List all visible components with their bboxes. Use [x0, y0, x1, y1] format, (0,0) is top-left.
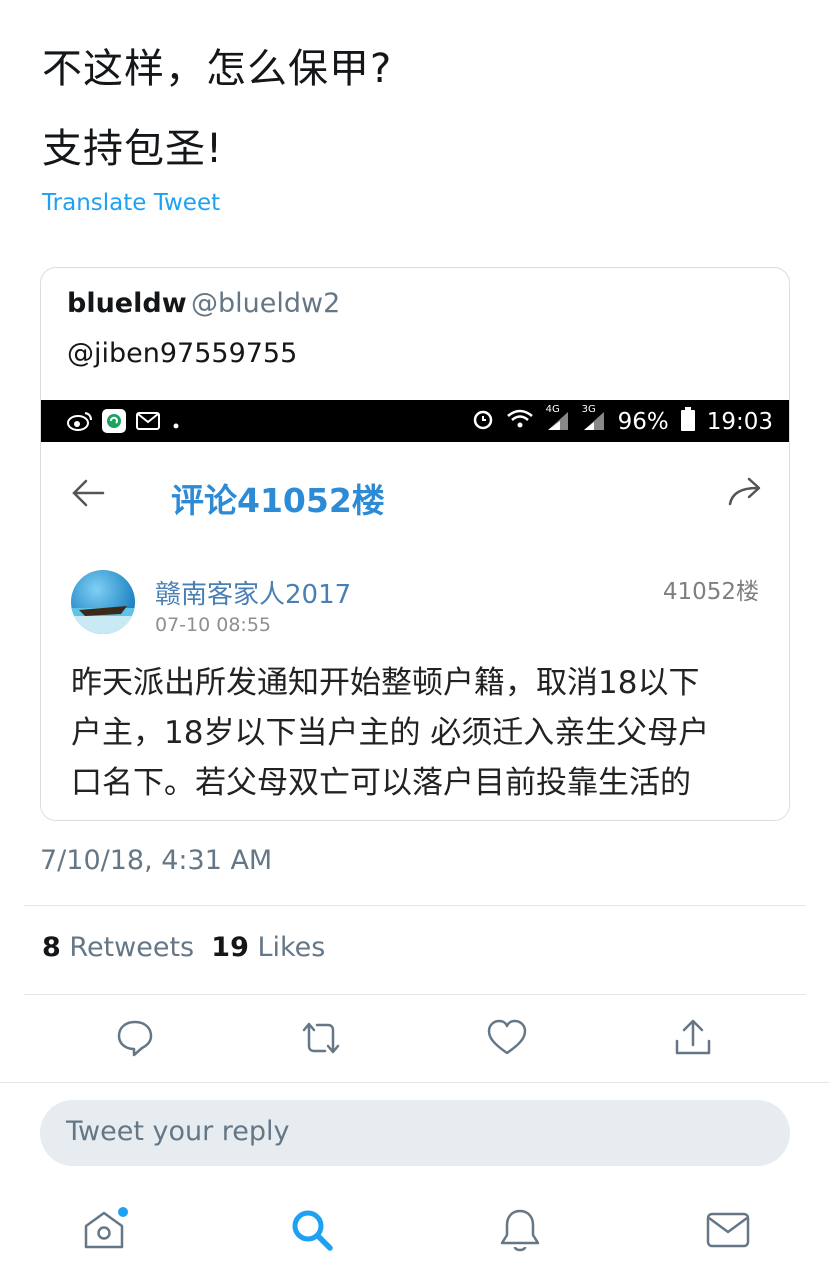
signal-3g-icon: 3G: [582, 404, 606, 435]
divider: [24, 994, 806, 995]
reply-placeholder: Tweet your reply: [66, 1116, 290, 1147]
tweet-timestamp: 7/10/18, 4:31 AM: [40, 845, 273, 876]
commenter-name[interactable]: 赣南客家人2017: [155, 574, 351, 611]
likes-label[interactable]: Likes: [257, 932, 325, 963]
retweets-count[interactable]: 8: [42, 932, 61, 963]
quoted-tweet-text: @jiben97559755: [67, 338, 298, 369]
comment-floor: 41052楼: [662, 579, 759, 605]
retweets-label[interactable]: Retweets: [69, 932, 194, 963]
tweet-action-bar: [0, 1010, 829, 1070]
translate-tweet-link[interactable]: Translate Tweet: [42, 190, 220, 216]
reply-icon[interactable]: [110, 1010, 160, 1066]
tweet-text-line-2: 支持包圣!: [42, 126, 224, 172]
alarm-icon: [472, 408, 494, 436]
divider: [0, 1082, 829, 1083]
engagement-stats: 8 Retweets 19 Likes: [42, 932, 325, 963]
battery-percent: 96%: [617, 409, 669, 435]
mail-notification-icon: [135, 410, 161, 438]
quoted-author-handle: @blueldw2: [191, 288, 341, 319]
wifi-icon: [506, 408, 534, 436]
comment-body-line: 户主，18岁以下当户主的 必须迁入亲生父母户: [71, 715, 710, 751]
weibo-icon: [67, 410, 93, 438]
quoted-author-name: blueldw: [67, 288, 187, 319]
retweet-icon[interactable]: [296, 1010, 346, 1066]
bottom-tab-bar: [0, 1190, 829, 1280]
reply-input[interactable]: Tweet your reply: [40, 1100, 790, 1166]
notifications-icon[interactable]: [490, 1200, 550, 1260]
signal-4g-label: 4G: [545, 403, 560, 415]
battery-icon: [680, 407, 695, 437]
app-icon: [101, 408, 127, 440]
signal-3g-label: 3G: [581, 403, 596, 415]
comment-time: 07-10 08:55: [155, 614, 272, 636]
phone-status-bar: 4G 3G 96% 19:03: [41, 400, 789, 442]
messages-icon[interactable]: [698, 1200, 758, 1260]
commenter-avatar[interactable]: [71, 570, 135, 634]
quoted-tweet-card[interactable]: blueldw @blueldw2 @jiben97559755 4G 3G 9…: [40, 267, 790, 821]
comment-body-line: 口名下。若父母双亡可以落户目前投靠生活的: [71, 765, 691, 801]
divider: [24, 905, 806, 906]
forward-share-icon[interactable]: [727, 476, 765, 512]
search-icon[interactable]: [282, 1200, 342, 1260]
share-icon[interactable]: [668, 1010, 718, 1066]
comment-title: 评论41052楼: [171, 481, 385, 520]
like-icon[interactable]: [482, 1010, 532, 1066]
quoted-screenshot-image[interactable]: 4G 3G 96% 19:03 评论41052楼 赣南客家人2017 07-10…: [41, 400, 789, 820]
signal-4g-icon: 4G: [546, 404, 570, 435]
comment-nav-bar: 评论41052楼: [41, 442, 789, 552]
tweet-text-line-1: 不这样，怎么保甲?: [42, 46, 393, 92]
likes-count[interactable]: 19: [211, 932, 249, 963]
status-time: 19:03: [706, 409, 773, 435]
back-arrow-icon[interactable]: [71, 478, 105, 512]
comment-body: 昨天派出所发通知开始整顿户籍，取消18以下 户主，18岁以下当户主的 必须迁入亲…: [71, 658, 771, 808]
comment-body-line: 昨天派出所发通知开始整顿户籍，取消18以下: [71, 665, 700, 701]
dot-icon: [169, 412, 183, 437]
home-icon[interactable]: [74, 1200, 134, 1260]
